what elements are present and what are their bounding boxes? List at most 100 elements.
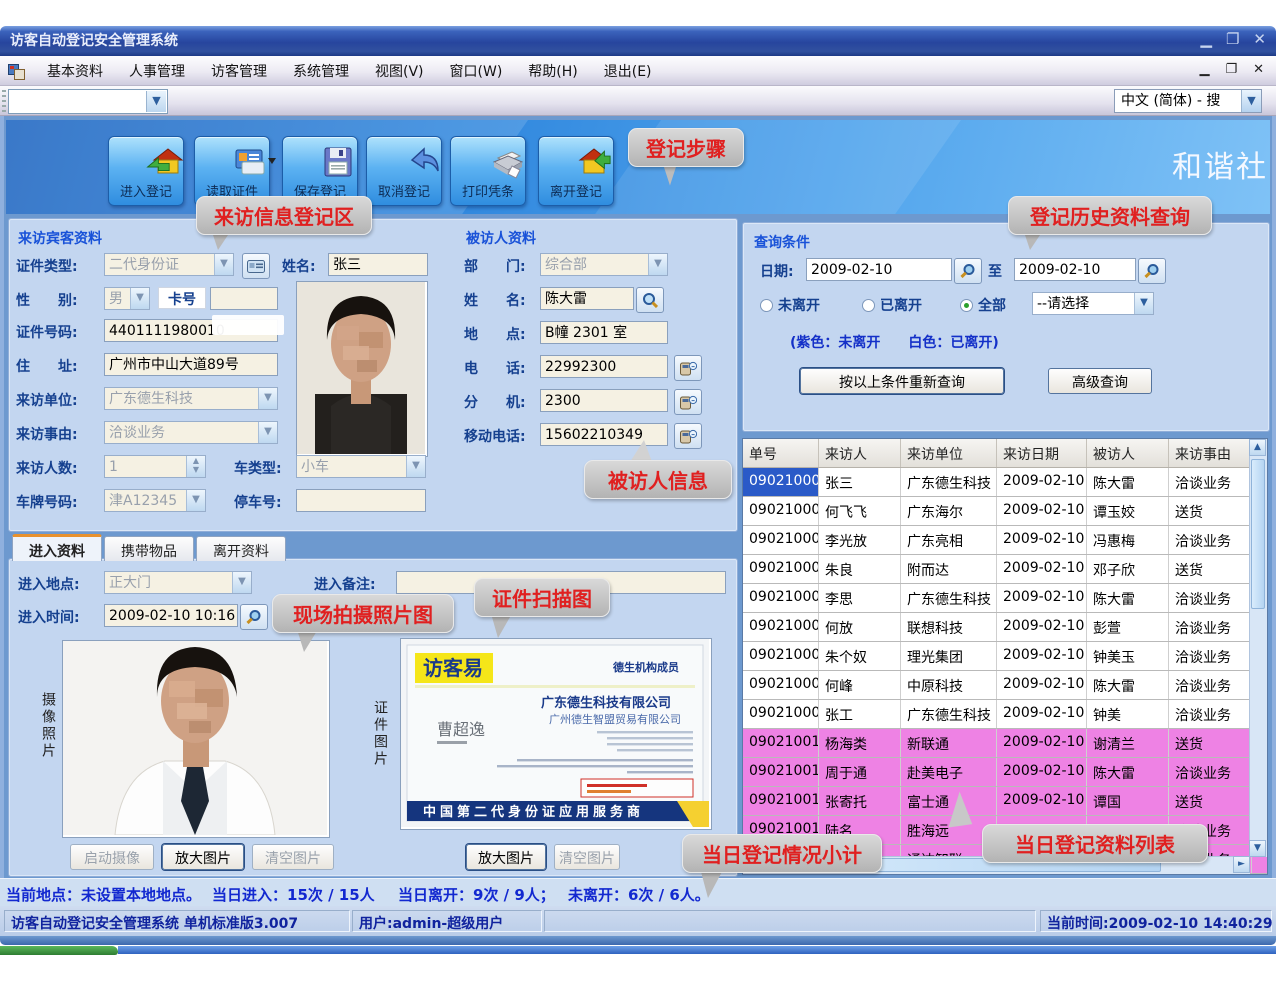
table-cell[interactable]: 2009-02-10 — [997, 787, 1087, 815]
chevron-down-icon[interactable]: ▼ — [1134, 293, 1153, 314]
radio-not-left[interactable]: 未离开 — [760, 295, 820, 315]
table-cell[interactable]: 090210005 — [743, 584, 819, 612]
table-cell[interactable]: 洽谈业务 — [1169, 642, 1252, 670]
table-cell[interactable]: 2009-02-10 — [997, 700, 1087, 728]
column-header-0[interactable]: 单号 — [743, 439, 819, 467]
table-cell[interactable]: 谭玉姣 — [1087, 497, 1169, 525]
table-cell[interactable]: 理光集团 — [901, 642, 997, 670]
table-cell[interactable]: 李光放 — [819, 526, 901, 554]
table-cell[interactable]: 何飞飞 — [819, 497, 901, 525]
table-cell[interactable]: 090210007 — [743, 642, 819, 670]
chevron-down-icon[interactable]: ▼ — [214, 254, 233, 275]
count-stepper[interactable]: 1▲▼ — [104, 455, 206, 478]
table-cell[interactable]: 朱个奴 — [819, 642, 901, 670]
chevron-down-icon[interactable]: ▼ — [258, 422, 277, 443]
column-header-3[interactable]: 来访日期 — [997, 439, 1087, 467]
table-cell[interactable]: 2009-02-10 — [997, 671, 1087, 699]
taskbar-sliver[interactable] — [118, 946, 1276, 954]
table-cell[interactable]: 2009-02-10 — [997, 468, 1087, 496]
date-to-input[interactable]: 2009-02-10 — [1014, 258, 1136, 281]
table-cell[interactable]: 广东德生科技 — [901, 700, 997, 728]
table-cell[interactable]: 090210002 — [743, 497, 819, 525]
table-cell[interactable]: 洽谈业务 — [1169, 613, 1252, 641]
vertical-scrollbar[interactable]: ▲ ▼ — [1249, 439, 1267, 857]
table-row[interactable]: 090210012张寄托富士通2009-02-10谭国送货 — [743, 787, 1267, 816]
table-cell[interactable]: 张工 — [819, 700, 901, 728]
gender-select[interactable]: 男▼ — [104, 287, 150, 310]
table-cell[interactable]: 090210012 — [743, 787, 819, 815]
chevron-down-icon[interactable]: ▼ — [258, 388, 277, 409]
table-cell[interactable]: 彭萱 — [1087, 613, 1169, 641]
filter-select[interactable]: --请选择▼ — [1032, 292, 1154, 315]
table-cell[interactable]: 张三 — [819, 468, 901, 496]
phone-input[interactable]: 22992300 — [540, 355, 668, 378]
table-cell[interactable]: 090210006 — [743, 613, 819, 641]
table-row[interactable]: 090210001张三广东德生科技2009-02-10陈大雷洽谈业务 — [743, 468, 1267, 497]
mdi-restore-icon[interactable]: ❐ — [1225, 62, 1237, 77]
table-cell[interactable]: 陈大雷 — [1087, 671, 1169, 699]
taskbar-start-sliver[interactable] — [0, 946, 118, 955]
menu-item-3[interactable]: 系统管理 — [280, 61, 362, 81]
table-row[interactable]: 090210010杨海类新联通2009-02-10谢清兰送货 — [743, 729, 1267, 758]
table-cell[interactable]: 李思 — [819, 584, 901, 612]
table-cell[interactable]: 2009-02-10 — [997, 642, 1087, 670]
toolbar-button-5[interactable]: 打印凭条 — [450, 136, 526, 206]
entry-place-select[interactable]: 正大门▼ — [104, 571, 252, 594]
column-header-4[interactable]: 被访人 — [1087, 439, 1169, 467]
table-cell[interactable]: 钟美玉 — [1087, 642, 1169, 670]
table-cell[interactable]: 洽谈业务 — [1169, 584, 1252, 612]
requery-button[interactable]: 按以上条件重新查询 — [800, 368, 1004, 394]
entry-time-input[interactable]: 2009-02-10 10:16 — [104, 604, 238, 627]
close-icon[interactable]: ✕ — [1253, 30, 1266, 48]
toolbar-button-6[interactable]: 离开登记 — [538, 136, 614, 206]
date-from-input[interactable]: 2009-02-10 — [806, 258, 952, 281]
parking-input[interactable] — [296, 489, 426, 512]
cert-type-select[interactable]: 二代身份证▼ — [104, 253, 234, 276]
table-cell[interactable]: 送货 — [1169, 497, 1252, 525]
table-cell[interactable]: 送货 — [1169, 729, 1252, 757]
dial-ext-button[interactable] — [674, 389, 702, 415]
table-cell[interactable]: 杨海类 — [819, 729, 901, 757]
menu-item-0[interactable]: 基本资料 — [34, 61, 116, 81]
table-cell[interactable]: 陈大雷 — [1087, 468, 1169, 496]
table-row[interactable]: 090210009张工广东德生科技2009-02-10钟美洽谈业务 — [743, 700, 1267, 729]
table-cell[interactable]: 张寄托 — [819, 787, 901, 815]
visitor-name-input[interactable]: 张三 — [328, 253, 428, 276]
scroll-down-icon[interactable]: ▼ — [1249, 840, 1266, 857]
toolbar-button-4[interactable]: 取消登记 — [366, 136, 442, 206]
table-cell[interactable]: 送货 — [1169, 787, 1252, 815]
table-cell[interactable]: 090210003 — [743, 526, 819, 554]
table-cell[interactable]: 广东海尔 — [901, 497, 997, 525]
table-cell[interactable]: 2009-02-10 — [997, 497, 1087, 525]
chevron-down-icon[interactable]: ▼ — [1241, 90, 1261, 112]
column-header-5[interactable]: 来访事由 — [1169, 439, 1252, 467]
table-cell[interactable]: 090210010 — [743, 729, 819, 757]
address-input[interactable]: 广州市中山大道89号 — [104, 353, 278, 376]
tab-entry-info[interactable]: 进入资料 — [12, 534, 102, 561]
stepper-arrows-icon[interactable]: ▲▼ — [186, 456, 205, 477]
table-row[interactable]: 090210011周于通赴美电子2009-02-10陈大雷洽谈业务 — [743, 758, 1267, 787]
title-bar[interactable]: 访客自动登记安全管理系统 — [0, 26, 1276, 56]
menu-item-6[interactable]: 帮助(H) — [515, 61, 590, 81]
table-row[interactable]: 090210004朱良附而达2009-02-10邓子欣送货 — [743, 555, 1267, 584]
location-input[interactable]: B幢 2301 室 — [540, 321, 668, 344]
table-cell[interactable]: 新联通 — [901, 729, 997, 757]
table-cell[interactable]: 2009-02-10 — [997, 584, 1087, 612]
reason-select[interactable]: 洽谈业务▼ — [104, 421, 278, 444]
language-bar[interactable]: 中文 (简体) - 搜 ▼ — [1114, 89, 1262, 113]
camera-button-1[interactable]: 启动摄像 — [70, 844, 154, 870]
chevron-down-icon[interactable]: ▼ — [146, 91, 166, 112]
mdi-minimize-icon[interactable]: ▁ — [1199, 62, 1209, 77]
table-cell[interactable]: 2009-02-10 — [997, 758, 1087, 786]
radio-all[interactable]: 全部 — [960, 295, 1006, 315]
table-cell[interactable]: 090210011 — [743, 758, 819, 786]
date-from-picker-button[interactable] — [954, 258, 982, 284]
interviewee-search-button[interactable] — [636, 287, 664, 313]
dept-select[interactable]: 综合部▼ — [540, 253, 668, 276]
mdi-close-icon[interactable]: ✕ — [1253, 62, 1264, 77]
table-cell[interactable]: 洽谈业务 — [1169, 758, 1252, 786]
scroll-right-icon[interactable]: ► — [1233, 856, 1250, 873]
tab-carried-items[interactable]: 携带物品 — [104, 536, 194, 561]
table-cell[interactable]: 冯惠梅 — [1087, 526, 1169, 554]
toolbar-button-1[interactable]: 进入登记 — [108, 136, 184, 206]
